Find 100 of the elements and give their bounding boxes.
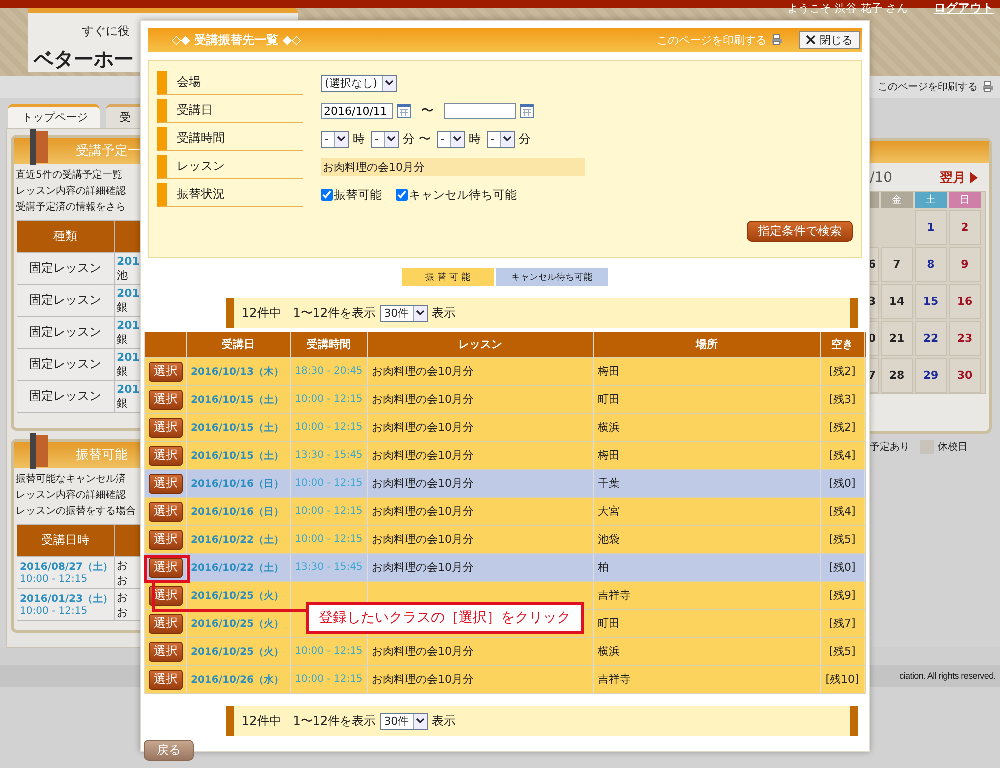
calendar-day[interactable]: 29: [915, 358, 947, 393]
select-button[interactable]: 選択: [149, 418, 183, 438]
print-link[interactable]: このページを印刷する: [878, 80, 978, 94]
date-cell: 2016/10/25（火）: [187, 582, 291, 609]
caret-icon: [450, 132, 464, 146]
place-text: 銀: [117, 364, 129, 378]
panel-title: 受講予定一: [76, 143, 141, 160]
close-button[interactable]: 閉じる: [799, 31, 860, 49]
place-text: 池: [117, 268, 129, 282]
select-button[interactable]: 選択: [149, 502, 183, 522]
place-cell: 梅田: [594, 358, 821, 385]
date-field[interactable]: 2016/10/11: [321, 103, 393, 119]
calendar-day[interactable]: 14: [881, 284, 913, 319]
time-cell: 10:00 - 12:15: [291, 666, 368, 693]
calendar-day[interactable]: 30: [949, 358, 981, 393]
calendar-day[interactable]: 9: [949, 247, 981, 282]
table-cell: お: [117, 604, 128, 620]
vacancy-cell: [残4]: [821, 498, 865, 525]
column-header: 場所: [594, 332, 821, 357]
select-button[interactable]: 選択: [149, 446, 183, 466]
select-button[interactable]: 選択: [149, 530, 183, 550]
callout: 登録したいクラスの［選択］をクリック: [306, 602, 584, 634]
dropdown[interactable]: (選択なし): [321, 74, 397, 92]
description-text: レッスンの振替をする場合: [15, 504, 136, 519]
checkbox-label: キャンセル待ち可能: [409, 186, 517, 204]
calendar-day[interactable]: 2: [949, 210, 981, 245]
lesson-cell: お肉料理の会10月分: [368, 526, 594, 553]
place-cell: 吉祥寺: [594, 582, 821, 609]
close-icon: [806, 35, 816, 45]
table-cell: 固定レッスン: [17, 349, 115, 380]
date-cell: 2016/10/25（火）: [187, 610, 291, 637]
select-button[interactable]: 選択: [149, 362, 183, 382]
checkbox[interactable]: [321, 189, 333, 201]
column-header: 受講時間: [291, 332, 368, 357]
logo-tagline: すぐに役: [82, 23, 130, 40]
unit-label: 時: [353, 130, 365, 148]
select-button[interactable]: 選択: [149, 614, 183, 634]
column-header: 受講日時: [17, 525, 115, 556]
date-field[interactable]: [444, 103, 516, 119]
calendar-icon: [397, 104, 411, 118]
checkbox-label: 振替可能: [334, 186, 382, 204]
vacancy-cell: [残2]: [821, 414, 865, 441]
calendar-day[interactable]: 21: [881, 321, 913, 356]
select-button[interactable]: 選択: [149, 670, 183, 690]
calendar-day[interactable]: 28: [881, 358, 913, 393]
date-text: 2016/01/23（土）: [20, 592, 114, 606]
dropdown[interactable]: 30件: [380, 304, 428, 322]
dropdown[interactable]: 30件: [380, 712, 428, 730]
field-label: 振替状況: [157, 183, 303, 207]
time-cell: 13:30 - 15:45: [291, 442, 368, 469]
lesson-field: お肉料理の会10月分: [321, 158, 585, 176]
calendar-day[interactable]: 1: [915, 210, 947, 245]
calendar-day[interactable]: 15: [915, 284, 947, 319]
triangle-icon: [970, 172, 978, 184]
select-button[interactable]: 選択: [149, 390, 183, 410]
weekday-header: 土: [915, 192, 947, 208]
select-button[interactable]: 選択: [149, 558, 183, 578]
table-cell: 固定レッスン: [17, 253, 115, 284]
vacancy-cell: [残10]: [821, 666, 865, 693]
dropdown[interactable]: -: [321, 130, 349, 148]
unit-label: 分 〜: [403, 130, 431, 148]
tab[interactable]: トップページ: [8, 104, 100, 128]
place-cell: 池袋: [594, 526, 821, 553]
calendar-day[interactable]: 23: [949, 321, 981, 356]
vacancy-cell: [残0]: [821, 470, 865, 497]
dropdown[interactable]: -: [486, 130, 515, 148]
date-cell: 2016/10/15（土）: [187, 386, 291, 413]
caret-icon: [500, 132, 514, 146]
legend-chip: 振 替 可 能: [402, 268, 494, 286]
select-button[interactable]: 選択: [149, 642, 183, 662]
logout-link[interactable]: ログアウト: [934, 0, 994, 16]
calendar-day[interactable]: 7: [881, 247, 913, 282]
place-cell: 梅田: [594, 442, 821, 469]
checkbox[interactable]: [396, 189, 408, 201]
field-label: 受講日: [157, 99, 303, 123]
select-button[interactable]: 選択: [149, 586, 183, 606]
calendar-day[interactable]: 16: [949, 284, 981, 319]
search-button[interactable]: 指定条件で検索: [747, 221, 853, 242]
select-button[interactable]: 選択: [149, 474, 183, 494]
place-cell: 町田: [594, 386, 821, 413]
book-icon: [30, 433, 48, 469]
printer-icon: [982, 81, 994, 93]
place-cell: 吉祥寺: [594, 666, 821, 693]
column-header: 種類: [17, 221, 115, 252]
calendar-day[interactable]: 8: [915, 247, 947, 282]
dropdown[interactable]: -: [371, 130, 399, 148]
date-text: 2016/08/27（土）: [20, 560, 114, 574]
dropdown[interactable]: -: [436, 130, 465, 148]
book-icon: [30, 129, 48, 165]
panel-title: 振替可能: [76, 447, 128, 464]
date-text: 201: [117, 318, 140, 332]
calendar-day[interactable]: 22: [915, 321, 947, 356]
next-month-link[interactable]: 翌月: [940, 169, 966, 187]
time-cell: 13:30 - 15:45: [291, 554, 368, 581]
time-cell: 10:00 - 12:15: [291, 498, 368, 525]
time-cell: 18:30 - 20:45: [291, 358, 368, 385]
date-text: 201: [117, 382, 140, 396]
table-cell: 固定レッスン: [17, 285, 115, 316]
date-cell: 2016/10/16（日）: [187, 470, 291, 497]
date-cell: 2016/10/15（土）: [187, 442, 291, 469]
